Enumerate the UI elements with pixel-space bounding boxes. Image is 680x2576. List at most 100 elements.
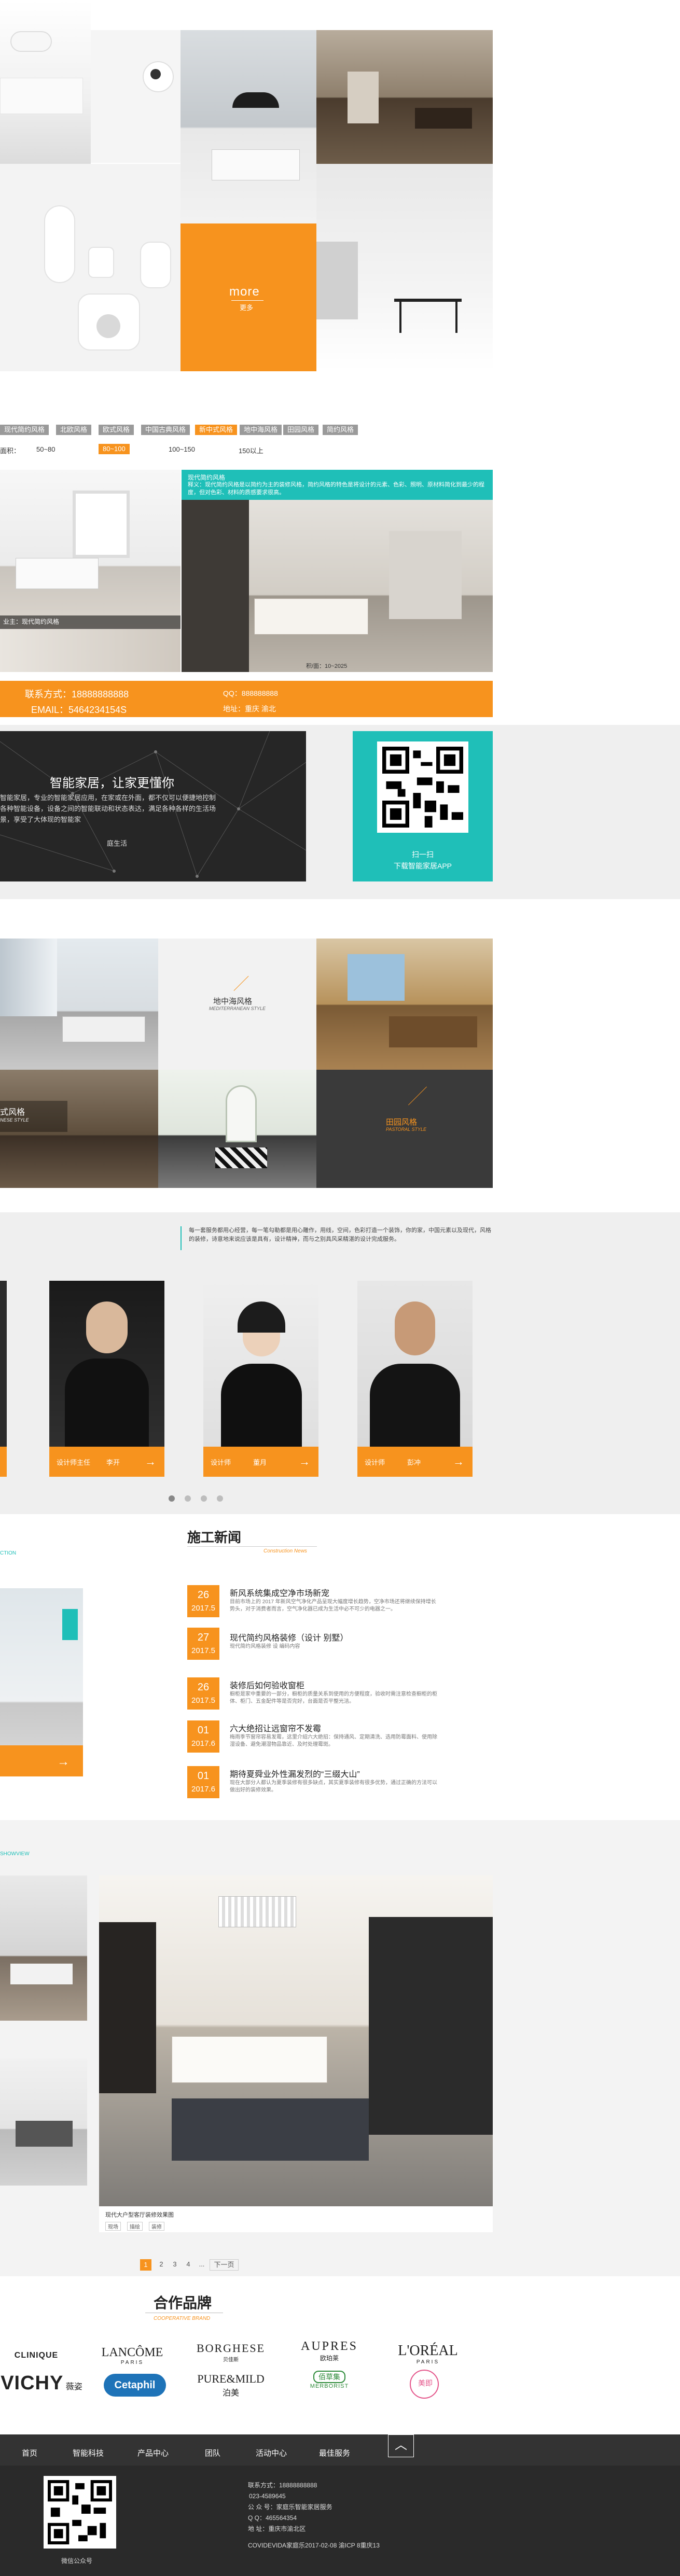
footer-contacts: 联系方式：18888888888 023-4589645 公 众 号：家庭乐智能… bbox=[248, 2480, 332, 2535]
arrow-right-icon[interactable]: → bbox=[57, 1755, 70, 1769]
hero-image-lamp-room bbox=[181, 30, 316, 223]
arrow-right-icon[interactable]: → bbox=[145, 1455, 156, 1468]
news-item-summary: 橱柜是家中重要的一部分，橱柜的质量关系到使用的方便程度，验收时需注意检查橱柜的柜… bbox=[230, 1691, 437, 1704]
next-page-button[interactable]: 下一页 bbox=[210, 2259, 239, 2271]
contact-phone: 联系方式：18888888888 bbox=[25, 689, 129, 699]
news-item-1[interactable]: 26 2017.5 新风系统集成空净市场新宠 目前市场上的 2017 年新风空气净… bbox=[187, 1585, 478, 1628]
style-image-chinese[interactable]: 式风格 NESE STYLE bbox=[0, 1070, 158, 1188]
page-3[interactable]: 3 bbox=[169, 2259, 181, 2271]
news-item-title[interactable]: 装修后如何验收窗柜 bbox=[230, 1678, 304, 1691]
case-area-info: 积/面：10~2025 bbox=[306, 663, 348, 669]
area-option-1[interactable]: 50~80 bbox=[36, 445, 55, 453]
style-image-pastoral-room[interactable] bbox=[158, 1070, 316, 1188]
footer-nav-tech[interactable]: 智能科技 bbox=[73, 2447, 104, 2458]
area-option-2[interactable]: 80~100 bbox=[99, 444, 130, 454]
case-thumbnail-image[interactable]: 业主：现代简约风格 bbox=[0, 470, 181, 629]
style-tile-mediterranean[interactable]: 地中海风格 MEDITERRANEAN STYLE bbox=[158, 939, 316, 1070]
app-banner-headline: 智能家居，让家更懂你 bbox=[50, 776, 174, 790]
brand-name: VICHY bbox=[1, 2372, 64, 2394]
chinese-style-subtitle: NESE STYLE bbox=[0, 1117, 29, 1123]
page-4[interactable]: 4 bbox=[183, 2259, 194, 2271]
page-2[interactable]: 2 bbox=[156, 2259, 167, 2271]
carousel-dot-4[interactable] bbox=[217, 1495, 223, 1502]
gallery-tag-1[interactable]: 现场 bbox=[105, 2222, 121, 2231]
page-1[interactable]: 1 bbox=[140, 2259, 151, 2271]
style-tag-simple[interactable]: 简约风格 bbox=[323, 425, 358, 435]
back-to-top-button[interactable]: ︿ bbox=[388, 2434, 414, 2457]
team-card-partial[interactable] bbox=[0, 1281, 7, 1477]
arrow-right-icon[interactable]: → bbox=[453, 1455, 464, 1468]
style-tag-nordic[interactable]: 北欧风格 bbox=[56, 425, 92, 435]
news-item-title[interactable]: 期待夏舜业外性漏发烈的“三缀大山” bbox=[230, 1767, 360, 1780]
brand-logo-aupres: AUPRES 欧珀莱 bbox=[288, 2339, 371, 2362]
footer-nav-team[interactable]: 团队 bbox=[205, 2447, 220, 2458]
news-date-month: 2017.5 bbox=[191, 1604, 215, 1613]
contact-address: 地址：重庆 渝北 bbox=[223, 705, 276, 713]
style-image-mediterranean[interactable] bbox=[316, 939, 493, 1070]
style-image-modern-living[interactable] bbox=[0, 939, 158, 1070]
news-date-day: 01 bbox=[197, 1725, 210, 1736]
news-item-2[interactable]: 27 2017.5 现代简约风格装修（设计 别墅） 现代简约风格装修 设 编码内容 bbox=[187, 1628, 478, 1670]
news-item-3[interactable]: 26 2017.5 装修后如何验收窗柜 橱柜是家中重要的一部分，橱柜的质量关系到使… bbox=[187, 1677, 478, 1720]
carousel-dot-3[interactable] bbox=[201, 1495, 207, 1502]
news-item-title[interactable]: 六大绝招让远窗帘不发霉 bbox=[230, 1721, 321, 1734]
style-tag-chinese-classic[interactable]: 中国古典风格 bbox=[141, 425, 190, 435]
footer-contact-tel: 023-4589645 bbox=[249, 2493, 286, 2500]
gallery-thumb-1[interactable] bbox=[0, 1875, 87, 2021]
gallery-tag-2[interactable]: 描绘 bbox=[127, 2222, 143, 2231]
team-card-1[interactable]: 设计师主任 李开 → bbox=[49, 1281, 164, 1477]
gallery-main-image[interactable] bbox=[99, 1875, 493, 2206]
more-tile[interactable]: more 更多 bbox=[181, 223, 316, 371]
area-option-4[interactable]: 150以上 bbox=[239, 445, 263, 455]
style-tag-modern[interactable]: 现代简约风格 bbox=[0, 425, 49, 435]
brand-sub: 泊美 bbox=[222, 2389, 239, 2398]
gallery-caption-panel: 现代大户型客厅装修效果图 现场 描绘 装修 bbox=[99, 2206, 493, 2232]
style-tag-european[interactable]: 欧式风格 bbox=[99, 425, 134, 435]
brand-name: CLINIQUE bbox=[14, 2351, 59, 2360]
team-card-2[interactable]: 设计师 董月 → bbox=[203, 1281, 318, 1477]
team-member-3-name: 彭冲 bbox=[407, 1459, 421, 1466]
brand-logo-meiji: 美即 bbox=[399, 2370, 451, 2399]
footer-nav-home[interactable]: 首页 bbox=[22, 2447, 37, 2458]
case-description: 释义：现代简约风格是以简约为主的装修风格，简约风格的特色是将设计的元素、色彩、照… bbox=[188, 482, 484, 496]
news-date-day: 26 bbox=[197, 1589, 210, 1601]
hero-image-living-white bbox=[0, 0, 91, 164]
app-download-panel[interactable]: 扫一扫 下载智能家居APP bbox=[353, 731, 493, 881]
app-banner-body-end: 庭生活 bbox=[107, 839, 128, 847]
case-thumbnail-caption: 业主：现代简约风格 bbox=[3, 618, 60, 625]
footer-nav-service[interactable]: 最佳服务 bbox=[319, 2447, 350, 2458]
carousel-dot-1[interactable] bbox=[169, 1495, 175, 1502]
arrow-right-icon[interactable]: → bbox=[299, 1455, 310, 1468]
team-card-3[interactable]: 设计师 彭冲 → bbox=[357, 1281, 473, 1477]
brand-logo-borghese: BORGHESE 贝佳斯 bbox=[189, 2339, 272, 2363]
brands-subtitle: COOPERATIVE BRAND bbox=[154, 2316, 211, 2321]
contact-qq: QQ：888888888 bbox=[223, 689, 278, 697]
gallery-thumb-2[interactable] bbox=[0, 2059, 87, 2186]
case-main-image[interactable]: 积/面：10~2025 bbox=[182, 500, 493, 672]
news-item-5[interactable]: 01 2017.6 期待夏舜业外性漏发烈的“三缀大山” 现在大部分人都认为夏季装修… bbox=[187, 1766, 478, 1809]
footer-contact-address: 地 址：重庆市渝北区 bbox=[248, 2525, 306, 2532]
gallery-tag-3[interactable]: 装修 bbox=[149, 2222, 164, 2231]
news-item-title[interactable]: 新风系统集成空净市场新宠 bbox=[230, 1586, 329, 1599]
news-section-en-label: CTION bbox=[0, 1550, 17, 1556]
footer-nav-products[interactable]: 产品中心 bbox=[137, 2447, 169, 2458]
footer-contact-phone: 联系方式：18888888888 bbox=[248, 2482, 317, 2489]
hero-image-smart-devices bbox=[0, 164, 181, 371]
news-feature-image[interactable]: → bbox=[0, 1588, 83, 1776]
style-tag-pastoral[interactable]: 田园风格 bbox=[283, 425, 319, 435]
case-side-image bbox=[0, 629, 181, 672]
contact-bar: 联系方式：18888888888 EMAIL：5464234154S QQ：88… bbox=[0, 681, 493, 717]
hero-image-dining-room bbox=[316, 30, 493, 164]
style-tag-mediterranean[interactable]: 地中海风格 bbox=[240, 425, 282, 435]
footer-copyright: COVIDEVIDA家庭乐2017-02-08 渝ICP 8重庆13 bbox=[248, 2542, 380, 2549]
team-member-3-role: 设计师 bbox=[365, 1459, 385, 1466]
style-tile-pastoral[interactable]: 田园风格 PASTORAL STYLE bbox=[316, 1070, 493, 1188]
footer-contact-wechat: 公 众 号：家庭乐智能家居服务 bbox=[248, 2503, 332, 2511]
carousel-dot-2[interactable] bbox=[185, 1495, 191, 1502]
news-item-title[interactable]: 现代简约风格装修（设计 别墅） bbox=[230, 1631, 348, 1643]
area-option-3[interactable]: 100~150 bbox=[169, 445, 195, 453]
chinese-style-title: 式风格 bbox=[0, 1108, 25, 1117]
style-tag-new-chinese[interactable]: 新中式风格 bbox=[195, 425, 238, 435]
footer-nav-activity[interactable]: 活动中心 bbox=[256, 2447, 287, 2458]
news-item-4[interactable]: 01 2017.6 六大绝招让远窗帘不发霉 梅雨季节窗帘容易发霉，这里介绍六大绝招… bbox=[187, 1720, 478, 1763]
